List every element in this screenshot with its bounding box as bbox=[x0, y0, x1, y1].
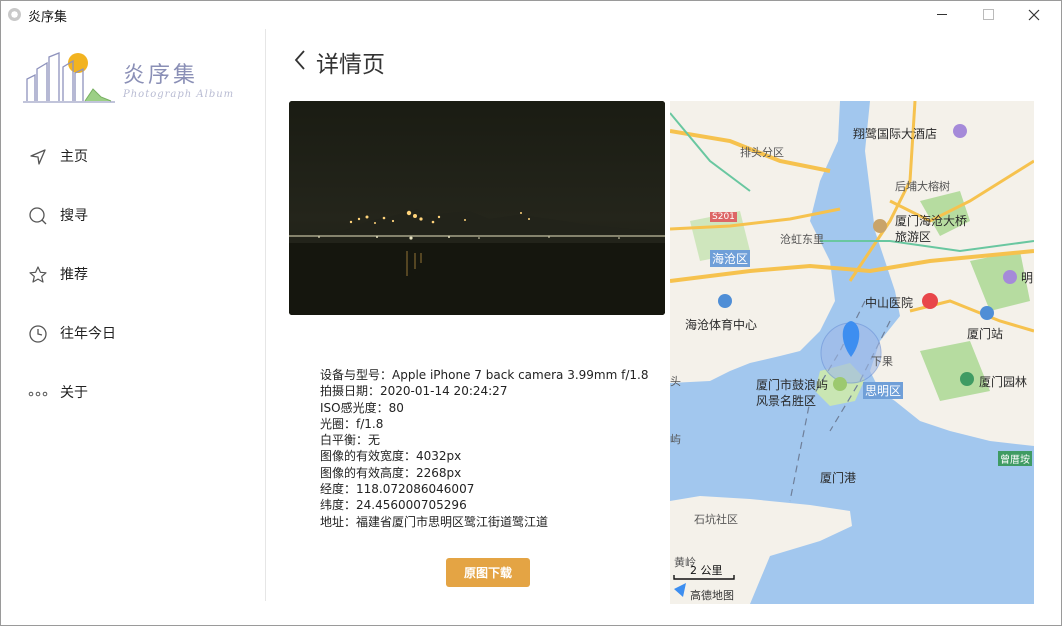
location-map[interactable]: 翔鹭国际大酒店 排头分区 后埔大榕树 S201 厦门海沧大桥旅游区 海沧区 沧虹… bbox=[670, 101, 1034, 604]
sidebar-item-label: 搜寻 bbox=[60, 208, 88, 224]
map-label: 厦门园林 bbox=[979, 375, 1028, 389]
sidebar-item-home[interactable]: 主页 bbox=[1, 136, 265, 176]
map-label: 厦门海沧大桥旅游区 bbox=[895, 214, 968, 244]
map-label: 中山医院 bbox=[865, 296, 914, 310]
page-title: 详情页 bbox=[316, 52, 385, 78]
logo: 炎序集 Photograph Album bbox=[23, 49, 245, 109]
app-window: 炎序集 炎序集 Photograph Album 主页 搜寻 推荐 往年今日 关… bbox=[0, 0, 1062, 626]
detail-white-balance: 白平衡：无 bbox=[320, 433, 381, 448]
map-label: 头 bbox=[670, 375, 681, 388]
map-label: 屿 bbox=[670, 433, 681, 446]
map-label: 石坑社区 bbox=[694, 513, 738, 526]
map-label: 厦门市鼓浪屿风景名胜区 bbox=[756, 378, 829, 408]
map-label: 厦门港 bbox=[820, 471, 857, 485]
photo-details: 设备与型号：Apple iPhone 7 back camera 3.99mm … bbox=[320, 367, 648, 530]
star-icon bbox=[29, 266, 47, 283]
detail-latitude: 纬度：24.456000705296 bbox=[320, 498, 467, 513]
map-label: 后埔大榕树 bbox=[895, 180, 950, 193]
detail-device: 设备与型号：Apple iPhone 7 back camera 3.99mm … bbox=[320, 368, 649, 382]
logo-skyline-icon bbox=[23, 52, 115, 103]
sidebar-item-label: 推荐 bbox=[60, 267, 88, 283]
app-icon bbox=[8, 8, 21, 21]
map-label: 厦门站 bbox=[967, 327, 1004, 341]
detail-aperture: 光圈：f/1.8 bbox=[320, 416, 384, 431]
detail-address: 地址：福建省厦门市思明区鹭江街道鹭江道 bbox=[320, 514, 549, 529]
detail-height: 图像的有效高度：2268px bbox=[320, 465, 462, 480]
night-skyline-image bbox=[289, 101, 665, 315]
sidebar-item-label: 关于 bbox=[60, 385, 88, 401]
map-label: 海沧体育中心 bbox=[685, 318, 758, 332]
minimize-button[interactable] bbox=[919, 1, 965, 29]
more-dots-icon bbox=[28, 391, 48, 397]
close-button[interactable] bbox=[1011, 1, 1057, 29]
download-original-button[interactable]: 原图下载 bbox=[446, 558, 530, 587]
window-title: 炎序集 bbox=[28, 10, 68, 25]
map-label: 排头分区 bbox=[740, 146, 784, 159]
title-bar: 炎序集 bbox=[1, 1, 1061, 29]
map-label: 翔鹭国际大酒店 bbox=[853, 127, 938, 141]
map-graphic bbox=[670, 101, 1034, 604]
map-label: 明 bbox=[1021, 271, 1034, 285]
clock-icon bbox=[29, 325, 47, 343]
sidebar-item-on-this-day[interactable]: 往年今日 bbox=[1, 313, 265, 353]
sidebar-item-label: 主页 bbox=[60, 149, 88, 165]
map-label: 思明区 bbox=[863, 382, 904, 399]
detail-width: 图像的有效宽度：4032px bbox=[320, 449, 462, 464]
detail-longitude: 经度：118.072086046007 bbox=[320, 482, 475, 497]
sidebar-item-recommend[interactable]: 推荐 bbox=[1, 254, 265, 294]
sidebar-item-about[interactable]: 关于 bbox=[1, 372, 265, 412]
back-arrow-icon[interactable] bbox=[291, 45, 313, 75]
detail-iso: ISO感光度：80 bbox=[320, 400, 404, 415]
map-attribution: 高德地图 bbox=[690, 589, 734, 602]
close-icon bbox=[1028, 9, 1040, 21]
map-label: 沧虹东里 bbox=[780, 233, 824, 246]
map-label: 下果 bbox=[871, 355, 893, 368]
search-icon bbox=[29, 207, 47, 225]
navigation-arrow-icon bbox=[30, 149, 46, 165]
map-scale-label: 2 公里 bbox=[690, 564, 723, 577]
map-label: 海沧区 bbox=[710, 250, 751, 267]
sidebar: 炎序集 Photograph Album 主页 搜寻 推荐 往年今日 关于 bbox=[1, 29, 265, 625]
map-label: 曾厝垵 bbox=[998, 451, 1032, 466]
sidebar-divider bbox=[265, 29, 266, 601]
logo-title: 炎序集 bbox=[123, 63, 199, 88]
maximize-button[interactable] bbox=[965, 1, 1011, 29]
map-label: S201 bbox=[710, 212, 737, 222]
logo-subtitle: Photograph Album bbox=[123, 89, 235, 100]
sidebar-item-search[interactable]: 搜寻 bbox=[1, 195, 265, 235]
detail-date: 拍摄日期：2020-01-14 20:24:27 bbox=[320, 384, 508, 399]
photo-preview[interactable] bbox=[289, 101, 665, 315]
sidebar-item-label: 往年今日 bbox=[60, 326, 116, 342]
